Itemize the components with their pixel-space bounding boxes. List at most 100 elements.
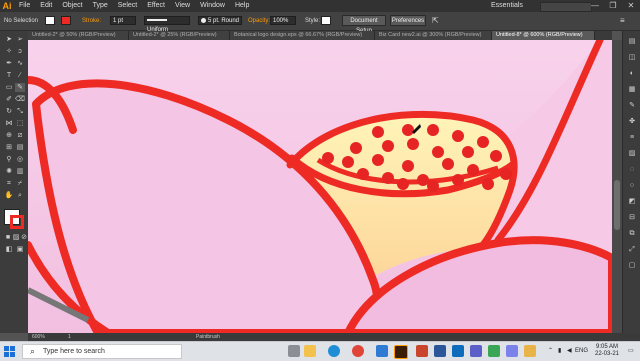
color-panel-icon[interactable]: ◐: [627, 69, 637, 79]
perspective-grid-icon[interactable]: ⧄: [15, 131, 25, 140]
swatches-panel-icon[interactable]: ▦: [627, 85, 637, 95]
tab-untitled-2-25[interactable]: Untitled-2* @ 25% (RGB/Preview): [129, 31, 230, 40]
stroke-panel-icon[interactable]: ≡: [627, 133, 637, 143]
brushes-panel-icon[interactable]: ✎: [627, 101, 637, 111]
scrollbar-thumb[interactable]: [614, 180, 620, 230]
vertical-scrollbar[interactable]: [612, 40, 622, 333]
free-transform-icon[interactable]: ⬚: [15, 119, 25, 128]
tab-biz-card[interactable]: Biz Card new2.ai @ 300% (RGB/Preview): [375, 31, 492, 40]
eraser-tool-icon[interactable]: ⌫: [15, 95, 25, 104]
help-search-input[interactable]: [540, 2, 592, 12]
preferences-button[interactable]: Preferences: [390, 15, 426, 26]
folder-icon[interactable]: [524, 345, 536, 357]
artboard-tool-icon[interactable]: ⌗: [4, 179, 14, 188]
lasso-icon[interactable]: ↄ: [15, 47, 25, 56]
brush-definition[interactable]: 5 pt. Round: [198, 16, 242, 25]
shape-builder-icon[interactable]: ⊕: [4, 131, 14, 140]
mail-icon[interactable]: [452, 345, 464, 357]
opacity-label[interactable]: Opacity:: [248, 16, 270, 26]
zoom-level[interactable]: 600%: [32, 333, 45, 341]
edge-icon[interactable]: [328, 345, 340, 357]
store-icon[interactable]: [470, 345, 482, 357]
tab-untitled-8[interactable]: Untitled-8* @ 600% (RGB/Preview): [492, 31, 595, 40]
direct-selection-tool-icon[interactable]: ➢: [15, 35, 25, 44]
teams-icon[interactable]: [506, 345, 518, 357]
magic-wand-icon[interactable]: ✧: [4, 47, 14, 56]
properties-panel-icon[interactable]: ▤: [627, 37, 637, 47]
taskbar-search-input[interactable]: ⌕ Type here to search: [22, 344, 182, 359]
draw-mode-icon[interactable]: ◧: [4, 245, 14, 254]
menu-select[interactable]: Select: [113, 0, 142, 12]
menu-view[interactable]: View: [170, 0, 195, 12]
zoom-tool-icon[interactable]: ⌕: [15, 191, 25, 200]
stroke-label[interactable]: Stroke:: [82, 16, 101, 26]
powerpoint-icon[interactable]: [416, 345, 428, 357]
panel-menu-icon[interactable]: ≡: [620, 16, 625, 26]
notification-icon[interactable]: ▭: [628, 342, 634, 361]
rectangle-tool-icon[interactable]: ▭: [4, 83, 14, 92]
illustrator-taskbar-icon[interactable]: [394, 345, 408, 359]
menu-window[interactable]: Window: [195, 0, 230, 12]
menu-help[interactable]: Help: [230, 0, 254, 12]
tray-chevron-icon[interactable]: ⌃: [548, 342, 553, 361]
close-icon[interactable]: ✕: [622, 0, 640, 12]
menu-effect[interactable]: Effect: [142, 0, 170, 12]
gradient-panel-icon[interactable]: ▨: [627, 149, 637, 159]
menu-object[interactable]: Object: [57, 0, 87, 12]
minimize-icon[interactable]: —: [586, 0, 604, 12]
stroke-swatch[interactable]: [61, 16, 71, 25]
word-icon[interactable]: [434, 345, 446, 357]
chrome-icon[interactable]: [352, 345, 364, 357]
type-tool-icon[interactable]: T: [4, 71, 14, 80]
photos-icon[interactable]: [376, 345, 388, 357]
system-clock[interactable]: 9:05 AM 22-03-21: [589, 344, 625, 358]
scale-tool-icon[interactable]: ⤡: [15, 107, 25, 116]
document-setup-button[interactable]: Document Setup: [342, 15, 386, 34]
layers-panel-icon[interactable]: ◫: [627, 53, 637, 63]
stroke-color-icon[interactable]: [10, 215, 24, 229]
task-view-icon[interactable]: [288, 345, 300, 357]
graph-tool-icon[interactable]: ▥: [15, 167, 25, 176]
symbol-sprayer-icon[interactable]: ✺: [4, 167, 14, 176]
transform-panel-icon[interactable]: ⤢: [627, 245, 637, 255]
mesh-tool-icon[interactable]: ⊞: [4, 143, 14, 152]
symbols-panel-icon[interactable]: ✤: [627, 117, 637, 127]
opacity-field[interactable]: 100%: [270, 16, 296, 25]
tab-botanical-logo[interactable]: Botanical logo design.eps @ 66.67% (RGB/…: [230, 31, 375, 40]
menu-edit[interactable]: Edit: [35, 0, 57, 12]
curvature-tool-icon[interactable]: ∿: [15, 59, 25, 68]
language-indicator[interactable]: ENG: [575, 342, 588, 361]
workspace-switcher[interactable]: Essentials: [491, 1, 523, 11]
hand-tool-icon[interactable]: ✋: [4, 191, 14, 200]
file-explorer-icon[interactable]: [304, 345, 316, 357]
artboard-number[interactable]: 1: [68, 333, 71, 341]
restore-icon[interactable]: ❐: [604, 0, 622, 12]
slice-tool-icon[interactable]: ⌿: [15, 179, 25, 188]
screen-mode-icon[interactable]: ▣: [15, 245, 25, 254]
stroke-weight-field[interactable]: 1 pt: [110, 16, 136, 25]
fill-swatch[interactable]: [45, 16, 55, 25]
eyedropper-icon[interactable]: ⚲: [4, 155, 14, 164]
paintbrush-tool-icon[interactable]: ✎: [15, 83, 25, 92]
menu-type[interactable]: Type: [88, 0, 113, 12]
arrange-icon[interactable]: ⇱: [432, 16, 439, 26]
maps-icon[interactable]: [488, 345, 500, 357]
blend-tool-icon[interactable]: ◎: [15, 155, 25, 164]
rotate-tool-icon[interactable]: ↻: [4, 107, 14, 116]
graphic-style-swatch[interactable]: [321, 16, 331, 25]
network-icon[interactable]: ▮: [558, 342, 561, 361]
align-panel-icon[interactable]: ⊟: [627, 213, 637, 223]
appearance-panel-icon[interactable]: ○: [627, 181, 637, 191]
variable-width-profile[interactable]: Uniform: [144, 16, 190, 33]
tab-untitled-2-50[interactable]: Untitled-2* @ 50% (RGB/Preview): [28, 31, 129, 40]
volume-icon[interactable]: ◀: [567, 342, 572, 361]
transparency-panel-icon[interactable]: ◌: [627, 165, 637, 175]
pathfinder-panel-icon[interactable]: ⧉: [627, 229, 637, 239]
width-tool-icon[interactable]: ⋈: [4, 119, 14, 128]
windows-start-icon[interactable]: [4, 346, 15, 357]
graphic-styles-panel-icon[interactable]: ◩: [627, 197, 637, 207]
shaper-tool-icon[interactable]: ✐: [4, 95, 14, 104]
line-segment-icon[interactable]: ∕: [15, 71, 25, 80]
gradient-tool-icon[interactable]: ▤: [15, 143, 25, 152]
artboards-panel-icon[interactable]: ▢: [627, 261, 637, 271]
